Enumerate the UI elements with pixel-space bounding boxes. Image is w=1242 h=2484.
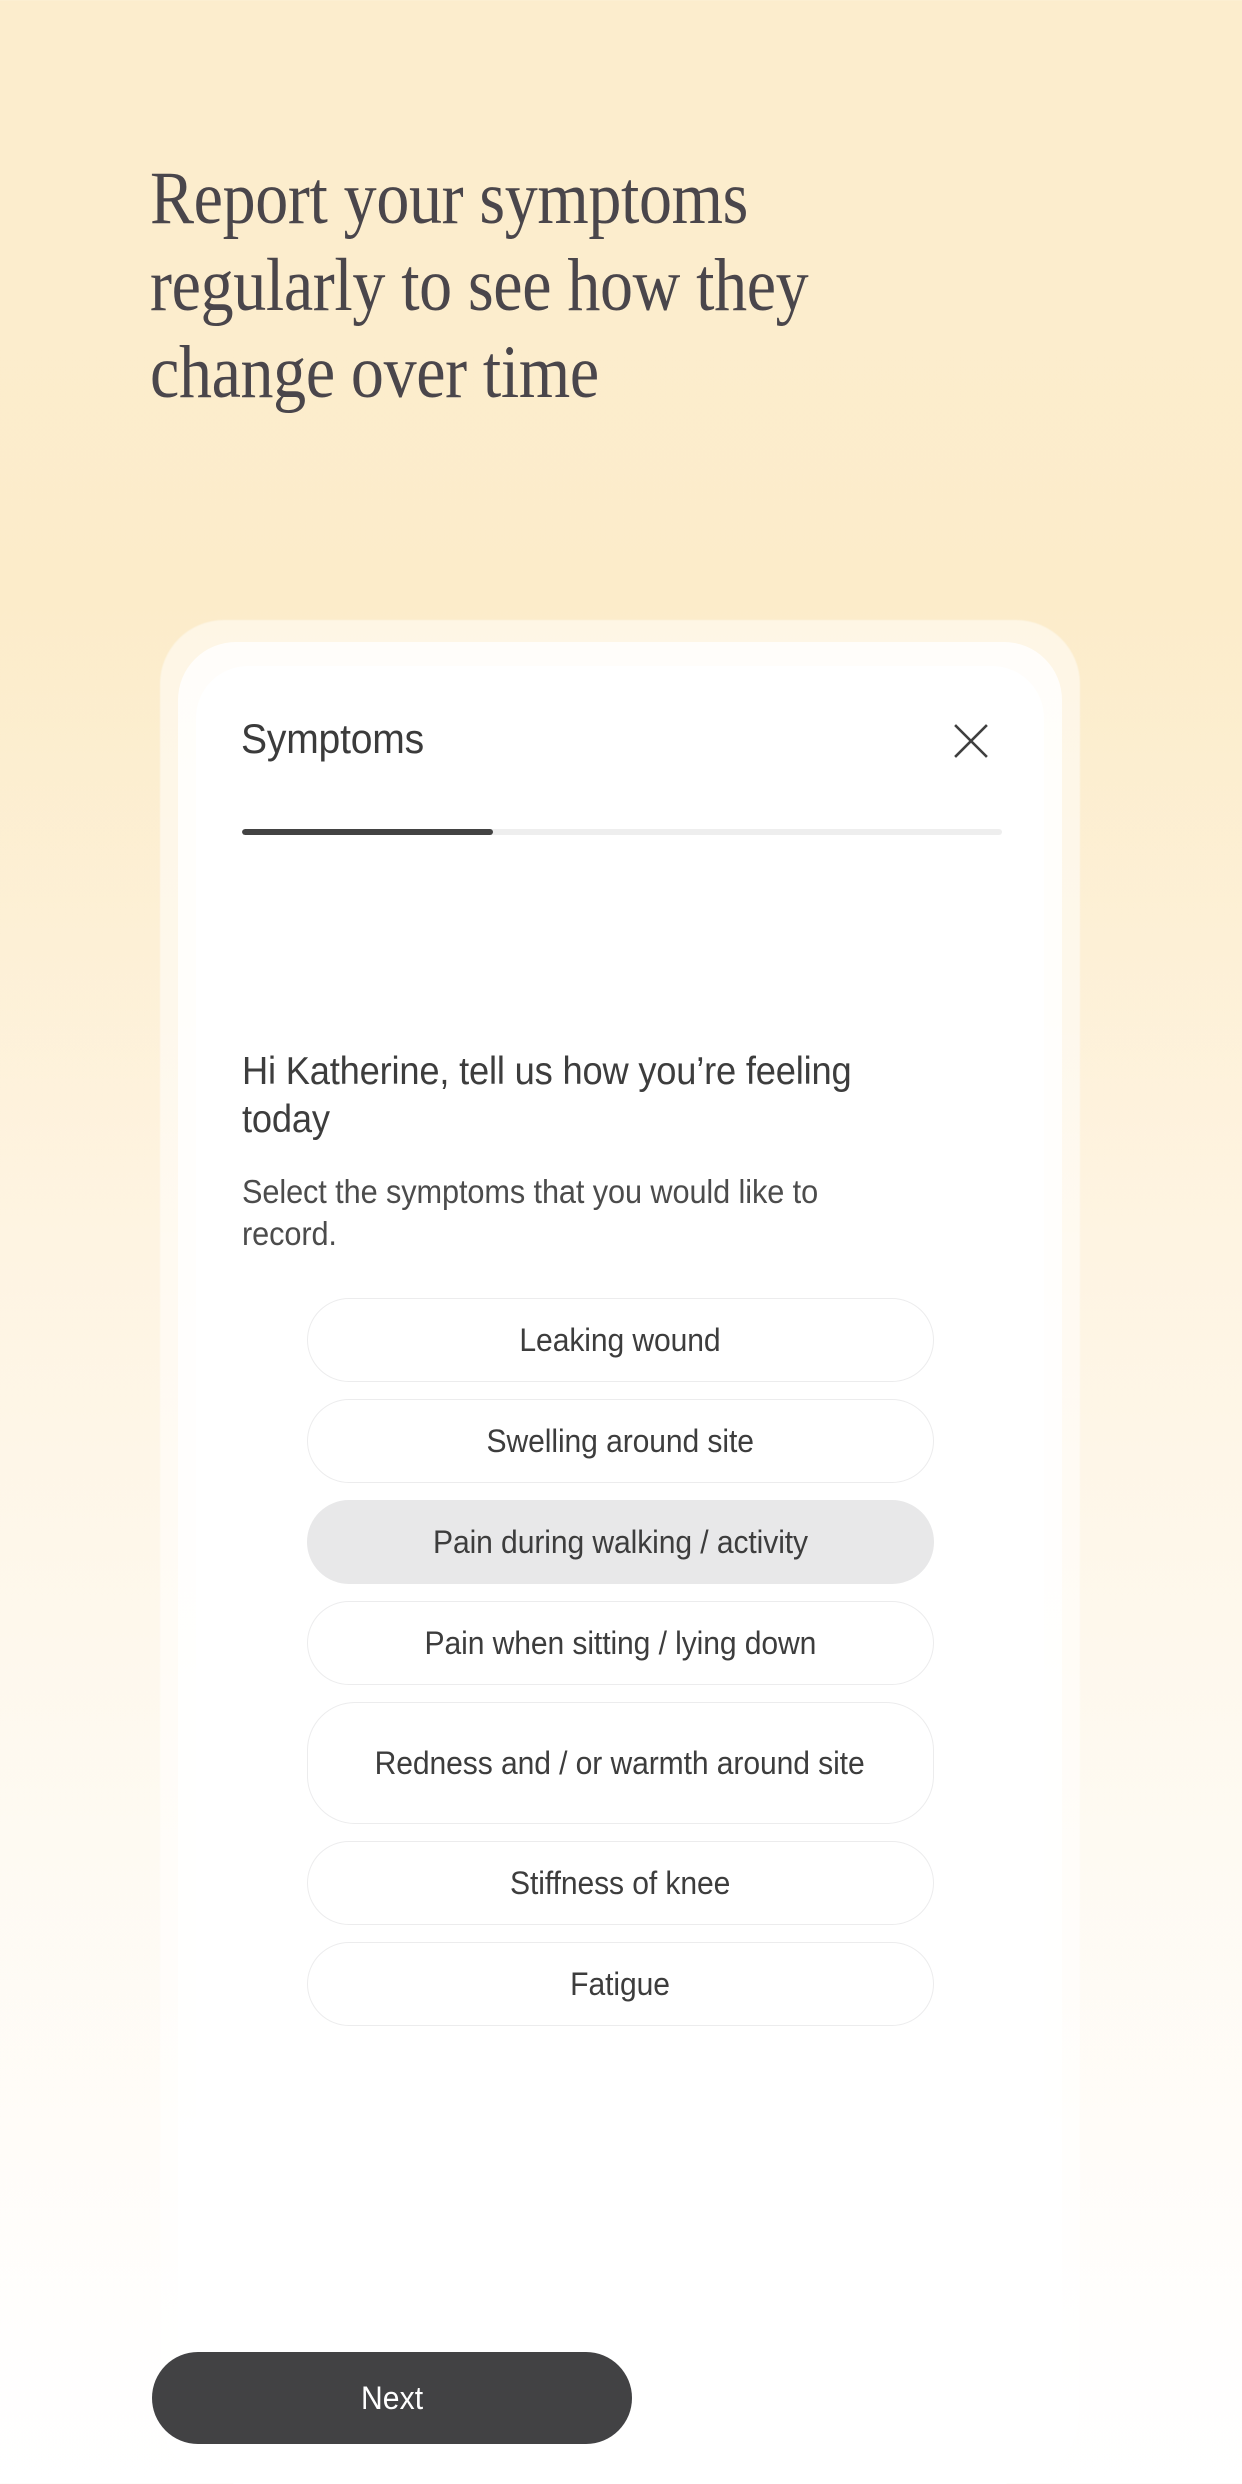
card-header: Symptoms bbox=[196, 666, 1044, 836]
symptom-option[interactable]: Stiffness of knee bbox=[306, 1841, 934, 1925]
hero-section: Report your symptoms regularly to see ho… bbox=[150, 155, 1050, 416]
symptom-option-label: Leaking wound bbox=[519, 1321, 721, 1358]
card-body: Hi Katherine, tell us how you’re feeling… bbox=[196, 836, 1044, 2484]
close-button[interactable] bbox=[938, 708, 1004, 774]
progress-bar-fill bbox=[242, 829, 493, 835]
next-button-label: Next bbox=[360, 2379, 424, 2416]
card-title: Symptoms bbox=[241, 715, 425, 762]
instruction-text: Select the symptoms that you would like … bbox=[242, 1173, 819, 1253]
symptom-option-label: Stiffness of knee bbox=[509, 1864, 731, 1901]
greeting-text: Hi Katherine, tell us how you’re feeling… bbox=[242, 1050, 852, 1141]
symptom-option[interactable]: Fatigue bbox=[306, 1942, 934, 2026]
symptom-option[interactable]: Redness and / or warmth around site bbox=[306, 1702, 934, 1824]
card-stack: Symptoms Hi Katherine, tell us how you’r… bbox=[0, 620, 1242, 2484]
symptom-option[interactable]: Pain when sitting / lying down bbox=[306, 1601, 934, 1685]
next-button[interactable]: Next bbox=[152, 2352, 632, 2444]
symptom-option[interactable]: Swelling around site bbox=[306, 1399, 934, 1483]
progress-bar-track bbox=[242, 829, 1002, 835]
page-title: Report your symptoms regularly to see ho… bbox=[150, 157, 809, 414]
symptom-option-label: Pain during walking / activity bbox=[432, 1523, 808, 1560]
symptom-options-list: Leaking wound Swelling around site Pain du… bbox=[196, 1298, 1044, 2026]
symptom-option-label: Pain when sitting / lying down bbox=[424, 1624, 816, 1661]
symptom-option[interactable]: Leaking wound bbox=[306, 1298, 934, 1382]
symptom-option-label: Swelling around site bbox=[486, 1422, 754, 1459]
symptom-option-label: Redness and / or warmth around site bbox=[375, 1744, 865, 1781]
symptom-option-label: Fatigue bbox=[570, 1965, 670, 2002]
close-icon bbox=[949, 719, 993, 763]
symptom-option[interactable]: Pain during walking / activity bbox=[306, 1500, 934, 1584]
symptoms-card: Symptoms Hi Katherine, tell us how you’r… bbox=[196, 666, 1044, 2484]
